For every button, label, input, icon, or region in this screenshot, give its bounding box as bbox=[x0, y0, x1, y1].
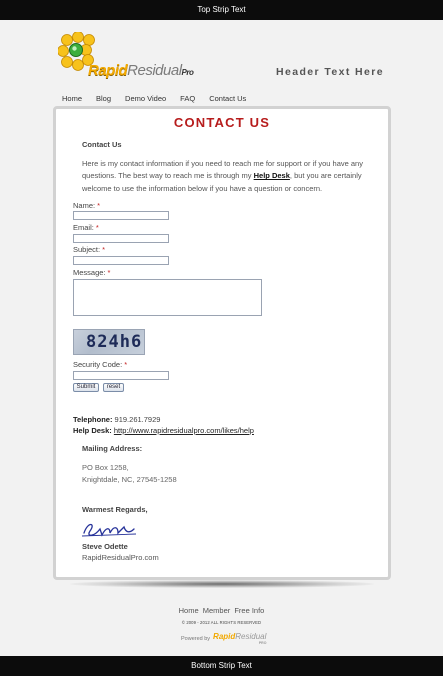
powered-by: Powered by RapidResidual PRO bbox=[181, 632, 267, 646]
footer-links: Home Member Free Info bbox=[0, 606, 443, 615]
nav-demo-video[interactable]: Demo Video bbox=[125, 94, 166, 103]
top-strip: Top Strip Text bbox=[0, 0, 443, 20]
footer-link-free-info[interactable]: Free Info bbox=[234, 606, 264, 615]
content-shadow bbox=[70, 580, 374, 588]
logo-pro: Pro bbox=[181, 68, 194, 77]
submit-button[interactable]: Submit bbox=[73, 383, 99, 392]
message-label: Message: * bbox=[73, 268, 110, 277]
mailing-line-2: Knightdale, NC, 27545-1258 bbox=[82, 474, 177, 484]
content-panel: CONTACT US Contact Us Here is my contact… bbox=[53, 106, 391, 580]
bottom-strip: Bottom Strip Text bbox=[0, 656, 443, 676]
subject-label: Subject: * bbox=[73, 245, 105, 254]
bottom-strip-text: Bottom Strip Text bbox=[191, 661, 252, 670]
telephone-label: Telephone: bbox=[73, 415, 113, 424]
captcha-image: 824h6 bbox=[73, 329, 145, 355]
footer-link-home[interactable]: Home bbox=[179, 606, 199, 615]
help-desk-url-link[interactable]: http://www.rapidresidualpro.com/likes/he… bbox=[114, 426, 254, 435]
powered-brand-rapid: Rapid bbox=[213, 632, 236, 641]
mailing-line-1: PO Box 1258, bbox=[82, 463, 129, 472]
logo-wordmark: RapidResidualPro bbox=[88, 62, 194, 79]
header-text: Header Text Here bbox=[276, 66, 384, 78]
section-heading: Contact Us bbox=[82, 140, 122, 149]
help-desk-label: Help Desk: bbox=[73, 426, 112, 435]
subject-input[interactable] bbox=[73, 256, 169, 265]
required-mark: * bbox=[107, 268, 111, 277]
intro-paragraph: Here is my contact information if you ne… bbox=[82, 158, 372, 195]
powered-by-text: Powered by bbox=[181, 636, 211, 642]
signoff-site: RapidResidualPro.com bbox=[82, 553, 159, 562]
email-label-text: Email: bbox=[73, 223, 94, 232]
name-label: Name: * bbox=[73, 201, 100, 210]
security-code-input[interactable] bbox=[73, 371, 169, 380]
logo-rapid: Rapid bbox=[88, 62, 128, 79]
message-label-text: Message: bbox=[73, 268, 106, 277]
security-code-label: Security Code: * bbox=[73, 360, 127, 369]
mailing-address: PO Box 1258, Knightdale, NC, 27545-1258 bbox=[82, 462, 177, 485]
signoff-name: Steve Odette bbox=[82, 542, 128, 551]
powered-brand-residual: Residual bbox=[235, 632, 267, 641]
nav-home[interactable]: Home bbox=[62, 94, 82, 103]
powered-by-logo[interactable]: RapidResidual PRO bbox=[213, 632, 267, 646]
email-input[interactable] bbox=[73, 234, 169, 243]
required-mark: * bbox=[102, 245, 106, 254]
nav-faq[interactable]: FAQ bbox=[180, 94, 195, 103]
telephone-line: Telephone: 919.261.7929 bbox=[73, 415, 160, 424]
main-nav: Home Blog Demo Video FAQ Contact Us bbox=[62, 94, 260, 103]
required-mark: * bbox=[124, 360, 128, 369]
message-textarea[interactable] bbox=[73, 279, 262, 316]
regards-text: Warmest Regards, bbox=[82, 505, 148, 514]
name-label-text: Name: bbox=[73, 201, 96, 210]
email-label: Email: * bbox=[73, 223, 99, 232]
copyright-text: © 2009 - 2012 ALL RIGHTS RESERVED bbox=[181, 620, 262, 625]
signature-image bbox=[81, 523, 137, 537]
captcha-text: 824h6 bbox=[86, 332, 143, 352]
mailing-heading: Mailing Address: bbox=[82, 444, 143, 453]
security-code-label-text: Security Code: bbox=[73, 360, 123, 369]
nav-blog[interactable]: Blog bbox=[96, 94, 111, 103]
required-mark: * bbox=[95, 223, 99, 232]
powered-brand-pro: PRO bbox=[258, 641, 267, 645]
name-input[interactable] bbox=[73, 211, 169, 220]
required-mark: * bbox=[97, 201, 101, 210]
logo-residual: Residual bbox=[127, 62, 182, 79]
footer-link-member[interactable]: Member bbox=[203, 606, 231, 615]
subject-label-text: Subject: bbox=[73, 245, 101, 254]
reset-button[interactable]: reset bbox=[103, 383, 124, 392]
nav-contact-us[interactable]: Contact Us bbox=[209, 94, 246, 103]
top-strip-text: Top Strip Text bbox=[197, 5, 246, 14]
page-title: CONTACT US bbox=[173, 115, 271, 130]
help-desk-line: Help Desk: http://www.rapidresidualpro.c… bbox=[73, 426, 254, 435]
telephone-value: 919.261.7929 bbox=[114, 415, 161, 424]
help-desk-link[interactable]: Help Desk bbox=[254, 171, 290, 180]
